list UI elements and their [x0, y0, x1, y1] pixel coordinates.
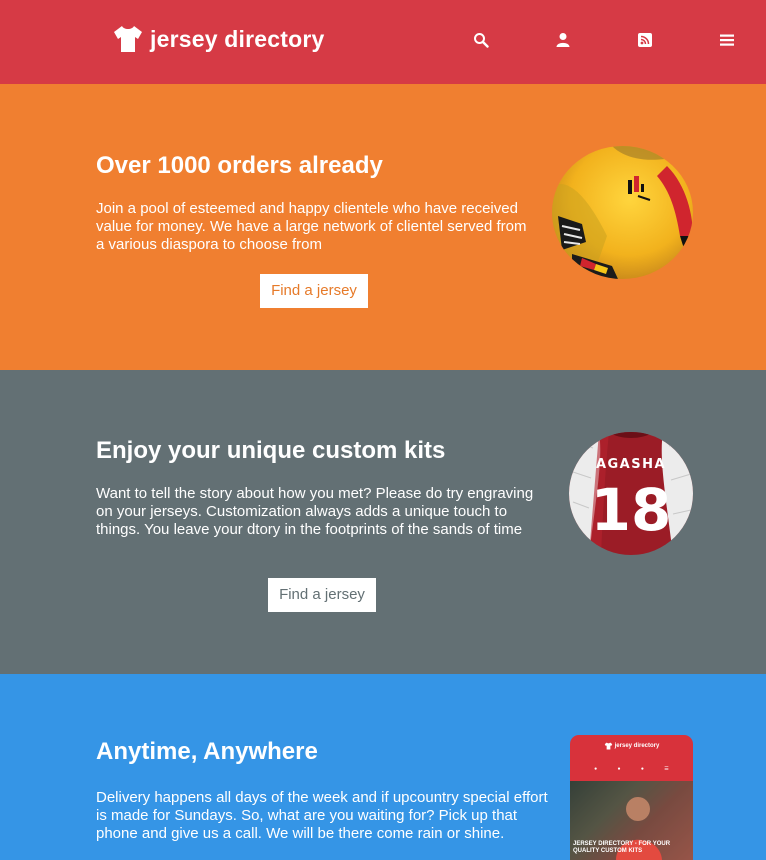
section-text: Want to tell the story about how you met… — [96, 485, 534, 538]
custom-kits-section: Enjoy your unique custom kits Want to te… — [0, 370, 766, 674]
search-icon: ● — [594, 765, 598, 772]
section-text: Delivery happens all days of the week an… — [96, 789, 548, 842]
find-jersey-button[interactable]: Find a jersey — [260, 274, 368, 308]
brand-name: jersey directory — [150, 25, 325, 52]
search-icon — [474, 33, 489, 48]
phone-brand-bar: jersey directory — [570, 735, 693, 757]
phone-brand-text: jersey directory — [614, 743, 660, 749]
menu-icon: ☰ — [664, 765, 669, 772]
menu-icon — [720, 34, 734, 46]
section-title: Anytime, Anywhere — [96, 738, 318, 765]
delivery-section: Anytime, Anywhere Delivery happens all d… — [0, 674, 766, 860]
rss-icon — [638, 33, 652, 47]
phone-hero-image: JERSEY DIRECTORY - FOR YOUR QUALITY CUST… — [570, 781, 693, 860]
jersey-number-print: 18 — [591, 476, 672, 544]
rss-button[interactable] — [634, 28, 656, 52]
tshirt-icon — [604, 742, 612, 750]
tshirt-icon — [114, 26, 142, 52]
menu-button[interactable] — [716, 28, 738, 52]
rss-icon: ● — [640, 765, 644, 772]
brand-link[interactable]: jersey directory — [112, 24, 325, 54]
section-title: Over 1000 orders already — [96, 152, 383, 179]
user-icon — [556, 33, 570, 47]
orders-section: Over 1000 orders already Join a pool of … — [0, 84, 766, 370]
phone-nav-icons: ● ● ● ☰ — [570, 757, 693, 780]
section-title: Enjoy your unique custom kits — [96, 437, 446, 464]
phone-caption: JERSEY DIRECTORY - FOR YOUR QUALITY CUST… — [573, 841, 671, 854]
account-button[interactable] — [552, 28, 574, 52]
find-jersey-button[interactable]: Find a jersey — [268, 578, 376, 612]
phone-screenshot: jersey directory ● ● ● ☰ JERSEY DIRECTOR… — [570, 735, 693, 860]
yellow-jersey-photo — [552, 146, 693, 279]
custom-jersey-photo: AGASHA 18 — [569, 432, 693, 555]
section-text: Join a pool of esteemed and happy client… — [96, 200, 527, 253]
top-navbar: jersey directory — [0, 0, 766, 84]
jersey-name-print: AGASHA — [596, 457, 666, 472]
search-button[interactable] — [470, 28, 492, 52]
user-icon: ● — [617, 765, 621, 772]
